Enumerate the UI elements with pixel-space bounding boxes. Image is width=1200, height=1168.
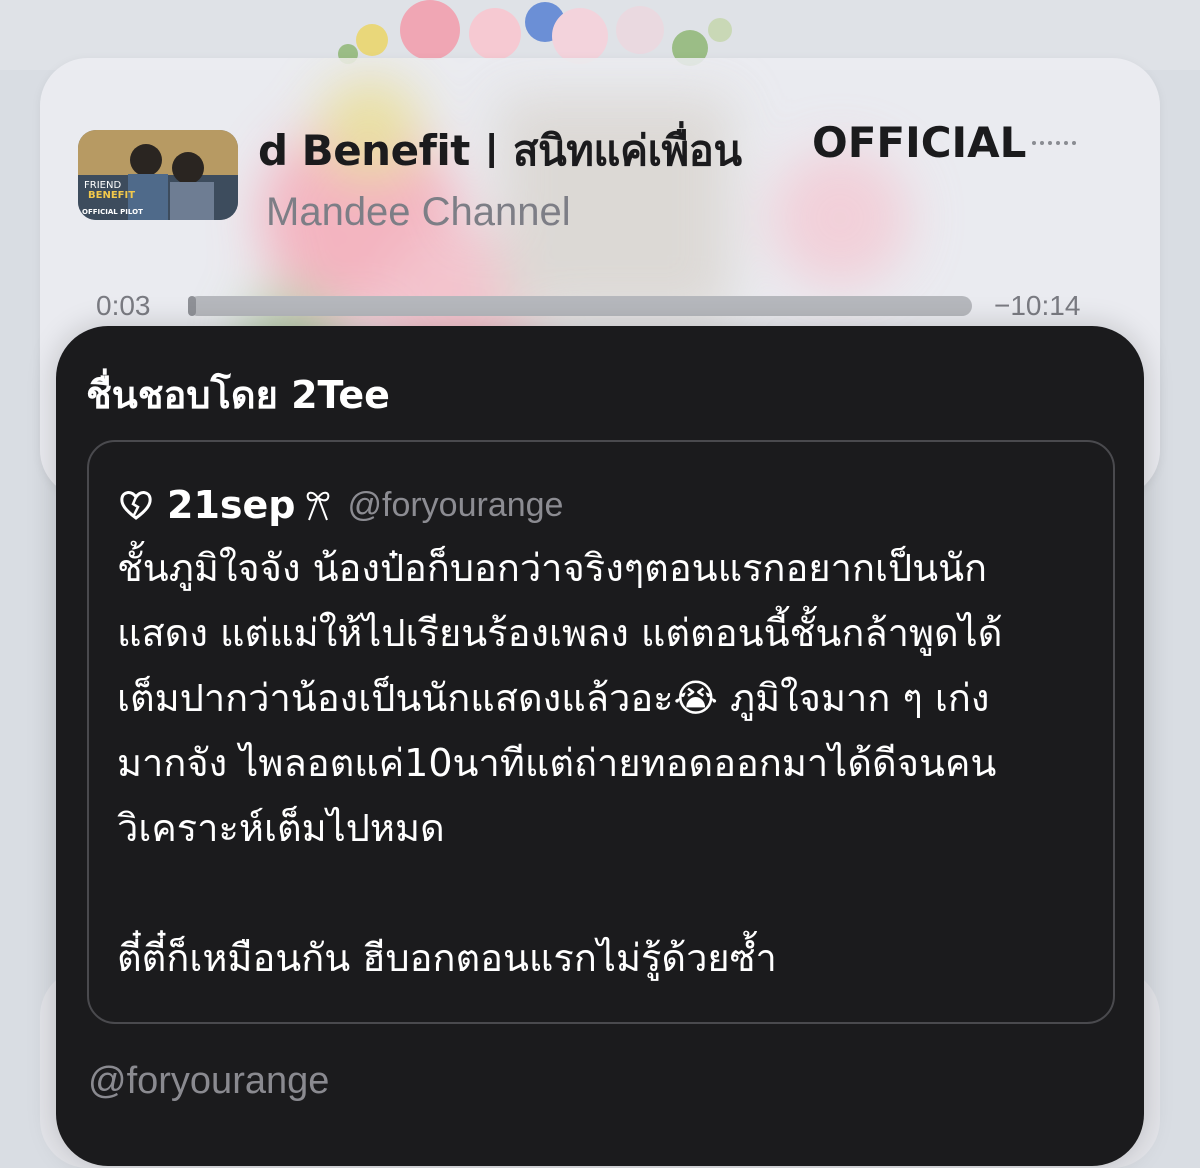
time-elapsed: 0:03 xyxy=(96,290,151,321)
post-body-line: วิเคราะห์เต็มไปหมด xyxy=(117,806,445,850)
post-body-line: เต็มปากว่าน้องเป็นนักแสดงแล้วอะ😭 ภูมิใจม… xyxy=(117,676,990,720)
video-title: d Benefit | สนิทแค่เพื่อน xyxy=(258,126,742,168)
thumbnail-title-2: BENEFIT xyxy=(88,190,135,201)
post-author-row: 21sep @foryourange xyxy=(119,480,563,530)
footer-handle[interactable]: @foryourange xyxy=(88,1060,329,1103)
author-handle[interactable]: @foryourange xyxy=(347,486,563,525)
video-title-marquee: d Benefit | สนิทแค่เพื่อน OFFICIAL xyxy=(238,118,1048,168)
heart-icon xyxy=(120,491,152,520)
time-remaining: −10:14 xyxy=(994,290,1081,321)
liked-by-header: ชื่นชอบโดย 2Tee xyxy=(86,373,390,417)
thumbnail-subtitle: OFFICIAL PILOT xyxy=(82,208,143,216)
progress-bar[interactable] xyxy=(188,296,972,316)
author-name[interactable]: 21sep xyxy=(167,483,295,527)
post-body-spacer xyxy=(117,861,1087,926)
post-body: ชั้นภูมิใจจัง น้องป๋อก็บอกว่าจริงๆตอนแรก… xyxy=(117,536,1087,991)
post-body-line: ชั้นภูมิใจจัง น้องป๋อก็บอกว่าจริงๆตอนแรก… xyxy=(117,546,988,590)
quoted-post[interactable]: 21sep @foryourange ชั้นภูมิใจจัง น้องป๋อ… xyxy=(87,440,1115,1024)
bow-icon xyxy=(307,491,330,521)
liked-post-card: ชื่นชอบโดย 2Tee 21sep @foryourange ชั้นภ… xyxy=(56,326,1144,1166)
post-body-line: แสดง แต่แม่ให้ไปเรียนร้องเพลง แต่ตอนนี้ช… xyxy=(117,611,1003,655)
post-body-line: มากจัง ไพลอตแค่10นาทีแต่ถ่ายทอดออกมาได้ด… xyxy=(117,741,997,785)
more-icon[interactable] xyxy=(1032,136,1092,150)
post-body-line: ตี๋ตี๋ก็เหมือนกัน ฮีบอกตอนแรกไม่รู้ด้วยซ… xyxy=(117,936,777,980)
video-thumbnail[interactable]: FRIEND BENEFIT OFFICIAL PILOT xyxy=(78,130,238,220)
progress-fill xyxy=(188,296,196,316)
video-title-suffix: OFFICIAL xyxy=(812,118,1027,167)
channel-name[interactable]: Mandee Channel xyxy=(266,190,571,235)
